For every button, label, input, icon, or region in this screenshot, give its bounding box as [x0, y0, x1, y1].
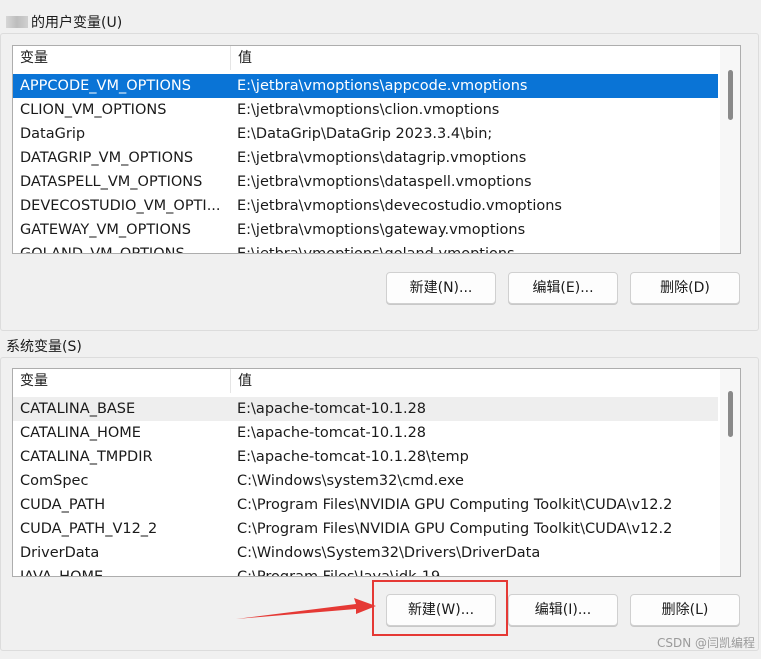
- system-var-row-name: DriverData: [20, 545, 100, 561]
- user-var-row-name: DataGrip: [20, 126, 86, 142]
- system-var-row[interactable]: DriverData C:\Windows\System32\Drivers\Dr…: [13, 541, 718, 565]
- system-vars-title: 系统变量(S): [6, 337, 88, 357]
- system-var-row[interactable]: CATALINA_TMPDIR E:\apache-tomcat-10.1.28\…: [13, 445, 718, 469]
- user-delete-button[interactable]: 删除(D): [630, 272, 740, 304]
- system-var-row[interactable]: CUDA_PATH C:\Program Files\NVIDIA GPU Com…: [13, 493, 718, 517]
- system-var-row-name: CUDA_PATH: [20, 497, 106, 513]
- system-vars-rows: CATALINA_BASE E:\apache-tomcat-10.1.28 CAT…: [13, 397, 718, 577]
- system-var-row-name: CATALINA_BASE: [20, 401, 136, 417]
- user-var-row[interactable]: DATASPELL_VM_OPTIONS E:\jetbra\vmoptions\…: [13, 170, 718, 194]
- user-vars-rows: APPCODE_VM_OPTIONS E:\jetbra\vmoptions\ap…: [13, 74, 718, 254]
- system-var-row[interactable]: ComSpec C:\Windows\system32\cmd.exe: [13, 469, 718, 493]
- annotation-highlight-box: [372, 580, 508, 636]
- user-var-row-value: E:\jetbra\vmoptions\appcode.vmoptions: [237, 78, 528, 94]
- watermark: CSDN @闫凯编程: [656, 636, 755, 650]
- system-var-row[interactable]: CATALINA_BASE E:\apache-tomcat-10.1.28: [13, 397, 718, 421]
- user-var-row[interactable]: DataGrip E:\DataGrip\DataGrip 2023.3.4\bi…: [13, 122, 718, 146]
- user-var-row-name: GATEWAY_VM_OPTIONS: [20, 222, 191, 238]
- user-vars-header-value[interactable]: 值: [230, 46, 718, 70]
- system-vars-header-value[interactable]: 值: [230, 369, 718, 393]
- system-var-row-value: C:\Windows\system32\cmd.exe: [237, 473, 464, 489]
- system-var-row-value: C:\Program Files\Java\jdk-19: [237, 569, 441, 577]
- system-var-row[interactable]: JAVA_HOME C:\Program Files\Java\jdk-19: [13, 565, 718, 577]
- user-var-row-name: CLION_VM_OPTIONS: [20, 102, 167, 118]
- system-vars-list-header: 变量 值: [13, 369, 718, 393]
- user-vars-scrollbar[interactable]: [720, 46, 740, 253]
- user-var-row-name: GOLAND_VM_OPTIONS: [20, 246, 185, 254]
- user-vars-list-header: 变量 值: [13, 46, 718, 70]
- system-var-row-value: E:\apache-tomcat-10.1.28: [237, 425, 427, 441]
- system-var-row-value: E:\apache-tomcat-10.1.28\temp: [237, 449, 469, 465]
- system-var-row-name: CATALINA_TMPDIR: [20, 449, 153, 465]
- system-var-row-name: CATALINA_HOME: [20, 425, 141, 441]
- user-var-row[interactable]: CLION_VM_OPTIONS E:\jetbra\vmoptions\clio…: [13, 98, 718, 122]
- system-var-row-name: ComSpec: [20, 473, 89, 489]
- user-var-row[interactable]: GOLAND_VM_OPTIONS E:\jetbra\vmoptions\gol…: [13, 242, 718, 254]
- user-edit-button[interactable]: 编辑(E)...: [508, 272, 618, 304]
- system-var-row-value: C:\Program Files\NVIDIA GPU Computing To…: [237, 497, 673, 513]
- user-var-row-value: E:\DataGrip\DataGrip 2023.3.4\bin;: [237, 126, 493, 142]
- user-vars-scroll-thumb[interactable]: [728, 70, 733, 120]
- user-var-row[interactable]: GATEWAY_VM_OPTIONS E:\jetbra\vmoptions\ga…: [13, 218, 718, 242]
- system-vars-list[interactable]: 变量 值 CATALINA_BASE E:\apache-tomcat-10.1.…: [12, 368, 741, 577]
- system-edit-button[interactable]: 编辑(I)...: [508, 594, 618, 626]
- user-var-row-name: APPCODE_VM_OPTIONS: [20, 78, 191, 94]
- user-vars-header-name[interactable]: 变量: [13, 46, 230, 70]
- system-vars-scrollbar[interactable]: [720, 369, 740, 576]
- user-var-row[interactable]: DEVECOSTUDIO_VM_OPTI... E:\jetbra\vmoptio…: [13, 194, 718, 218]
- user-var-row-name: DEVECOSTUDIO_VM_OPTI...: [20, 198, 221, 214]
- user-var-row-name: DATASPELL_VM_OPTIONS: [20, 174, 203, 190]
- user-vars-list[interactable]: 变量 值 APPCODE_VM_OPTIONS E:\jetbra\vmoptio…: [12, 45, 741, 254]
- system-var-row-name: CUDA_PATH_V12_2: [20, 521, 158, 537]
- user-var-row[interactable]: DATAGRIP_VM_OPTIONS E:\jetbra\vmoptions\d…: [13, 146, 718, 170]
- user-var-row-value: E:\jetbra\vmoptions\gateway.vmoptions: [237, 222, 526, 238]
- user-var-row[interactable]: APPCODE_VM_OPTIONS E:\jetbra\vmoptions\ap…: [13, 74, 718, 98]
- system-var-row-value: C:\Windows\System32\Drivers\DriverData: [237, 545, 541, 561]
- system-var-row-name: JAVA_HOME: [20, 569, 104, 577]
- user-var-row-name: DATAGRIP_VM_OPTIONS: [20, 150, 194, 166]
- system-var-row[interactable]: CATALINA_HOME E:\apache-tomcat-10.1.28: [13, 421, 718, 445]
- system-var-row-value: E:\apache-tomcat-10.1.28: [237, 401, 427, 417]
- system-delete-button[interactable]: 删除(L): [630, 594, 740, 626]
- system-vars-scroll-thumb[interactable]: [728, 391, 733, 437]
- user-var-row-value: E:\jetbra\vmoptions\devecostudio.vmoptio…: [237, 198, 562, 214]
- user-var-row-value: E:\jetbra\vmoptions\datagrip.vmoptions: [237, 150, 527, 166]
- system-vars-header-name[interactable]: 变量: [13, 369, 230, 393]
- user-var-row-value: E:\jetbra\vmoptions\goland.vmoptions: [237, 246, 515, 254]
- user-vars-title: 的用户变量(U): [6, 13, 129, 33]
- user-new-button[interactable]: 新建(N)...: [386, 272, 496, 304]
- user-var-row-value: E:\jetbra\vmoptions\clion.vmoptions: [237, 102, 500, 118]
- system-var-row-value: C:\Program Files\NVIDIA GPU Computing To…: [237, 521, 673, 537]
- blurred-username: [6, 16, 28, 28]
- user-var-row-value: E:\jetbra\vmoptions\dataspell.vmoptions: [237, 174, 532, 190]
- system-var-row[interactable]: CUDA_PATH_V12_2 C:\Program Files\NVIDIA G…: [13, 517, 718, 541]
